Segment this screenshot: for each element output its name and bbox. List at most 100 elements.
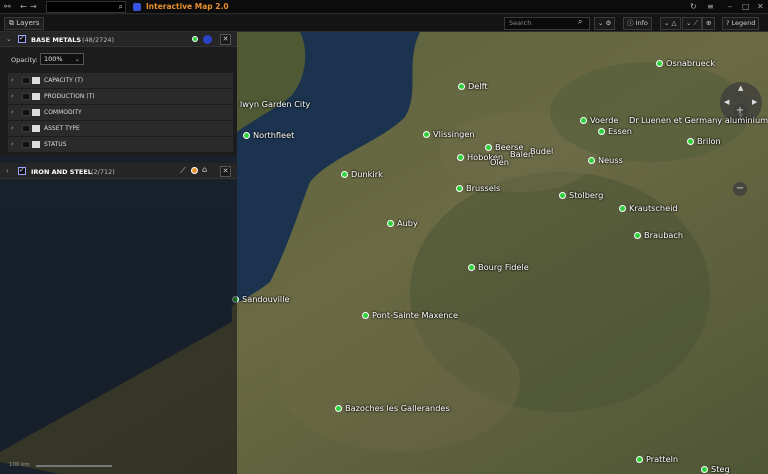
pan-left-icon[interactable]: ◀ [724,98,729,106]
close-icon[interactable]: ✕ [220,34,231,45]
close-icon[interactable]: ✕ [220,166,231,177]
filter-row-asset-type[interactable]: › ASSET TYPE [8,121,233,136]
map-marker[interactable] [619,205,626,212]
layer-group-header[interactable]: › IRON AND STEEL (2/712) ⟋ ⌂ ✕ [0,163,237,179]
filter-row-status[interactable]: › STATUS [8,137,233,152]
pan-right-icon[interactable]: ▶ [752,98,757,106]
refresh-icon[interactable]: ↻ [690,2,697,12]
menu-icon[interactable]: ≡ [707,2,714,12]
map-place-label[interactable]: Vlissingen [433,129,475,139]
map-marker[interactable] [687,138,694,145]
map-marker[interactable] [335,405,342,412]
chevron-right-icon[interactable]: › [11,76,14,84]
layer-checkbox[interactable] [18,166,26,175]
search-icon[interactable]: ⌕ [578,17,582,27]
map-place-label[interactable]: Northfleet [253,130,294,140]
map-marker[interactable] [243,132,250,139]
chevron-right-icon[interactable]: › [11,92,14,100]
map-place-label[interactable]: Braubach [644,230,683,240]
chevron-right-icon[interactable]: › [11,108,14,116]
close-icon[interactable]: ✕ [757,2,764,12]
edit-icon[interactable]: ⟋ [180,166,186,176]
filter-toggle[interactable] [22,77,30,84]
chevron-right-icon[interactable]: › [11,140,14,148]
chevron-right-icon[interactable]: › [11,124,14,132]
filter-row-capacity[interactable]: › CAPACITY (T) [8,73,233,88]
map-place-label[interactable]: Sandouville [242,294,290,304]
filter-row-commodity[interactable]: › COMMODITY [8,105,233,120]
minimize-icon[interactable]: – [728,2,732,12]
map-place-label[interactable]: Pratteln [646,454,678,464]
map-marker[interactable] [457,154,464,161]
map-marker[interactable] [456,185,463,192]
back-icon[interactable]: ← [20,2,27,12]
pan-up-icon[interactable]: ▲ [738,84,743,92]
map-place-label[interactable]: Bazoches les Gallerandes [345,403,450,413]
map-marker[interactable] [468,264,475,271]
search-icon[interactable]: ⌕ [119,2,123,12]
chevron-down-icon: ⌄ [686,19,692,27]
tools-dropdown[interactable]: ⌄ ⟋ [682,17,703,30]
map-marker[interactable] [559,192,566,199]
map-place-label[interactable]: Luenen et Germany aluminium s [641,115,768,125]
map-place-label[interactable]: Neuss [598,155,623,165]
legend-button[interactable]: ? Legend [722,17,760,30]
command-line-input[interactable]: ⌕ [46,1,126,13]
map-marker[interactable] [341,171,348,178]
map-place-label[interactable]: Stolberg [569,190,603,200]
map-place-label[interactable]: Auby [397,218,418,228]
layer-group-header[interactable]: ⌄ BASE METALS (48/2724) ✕ [0,32,237,47]
marker-style-icon[interactable] [191,167,198,174]
map-marker[interactable] [636,456,643,463]
map-place-label[interactable]: Olen [490,157,509,167]
globe-icon[interactable] [203,35,212,44]
map-place-label[interactable]: Steg [711,464,730,474]
map-place-label[interactable]: Osnabrueck [666,58,715,68]
map-place-label[interactable]: Essen [608,126,632,136]
filter-toggle[interactable] [22,141,30,148]
layer-checkbox[interactable] [18,34,26,43]
map-marker[interactable] [656,60,663,67]
map-marker[interactable] [588,157,595,164]
map-marker[interactable] [458,83,465,90]
globe-button[interactable]: ⊕ [702,17,716,30]
filter-toggle[interactable] [22,125,30,132]
layers-button[interactable]: ⧉ Layers [4,17,45,30]
map-place-label[interactable]: lwyn Garden City [240,99,310,109]
map-place-label[interactable]: Pont-Sainte Maxence [372,310,458,320]
map-place-label[interactable]: Budel [530,146,553,156]
link-icon[interactable]: ⚯ [4,2,11,12]
map-place-label[interactable]: Brussels [466,183,500,193]
tag-icon[interactable]: ⌂ [202,165,207,174]
map-marker[interactable] [485,144,492,151]
app-title: Interactive Map 2.0 [146,2,229,11]
map-place-label[interactable]: Dunkirk [351,169,383,179]
map-marker[interactable] [598,128,605,135]
info-button[interactable]: ⓘ Info [623,17,652,30]
filter-swatch [32,125,40,132]
map-marker[interactable] [634,232,641,239]
forward-icon[interactable]: → [30,2,37,12]
map-place-label[interactable]: Dr [629,115,639,125]
map-place-label[interactable]: Voerde [590,115,618,125]
map-marker[interactable] [362,312,369,319]
chevron-right-icon[interactable]: › [6,167,9,175]
draw-tools-dropdown[interactable]: ⌄ △ [660,17,681,30]
opacity-select[interactable]: 100% ⌄ [40,53,84,65]
map-place-label[interactable]: Bourg Fidele [478,262,529,272]
map-marker[interactable] [580,117,587,124]
map-place-label[interactable]: Krautscheid [629,203,678,213]
marker-style-icon[interactable] [192,36,198,42]
chevron-down-icon[interactable]: ⌄ [6,35,12,43]
map-marker[interactable] [387,220,394,227]
filter-row-production[interactable]: › PRODUCTION (T) [8,89,233,104]
maximize-icon[interactable]: □ [742,2,750,12]
zoom-out-button[interactable]: − [733,182,747,196]
filter-toggle[interactable] [22,93,30,100]
map-place-label[interactable]: Brilon [697,136,721,146]
map-marker[interactable] [701,466,708,473]
map-marker[interactable] [423,131,430,138]
view-dropdown[interactable]: ⌄ ⚙ [594,17,616,30]
filter-toggle[interactable] [22,109,30,116]
map-place-label[interactable]: Delft [468,81,488,91]
